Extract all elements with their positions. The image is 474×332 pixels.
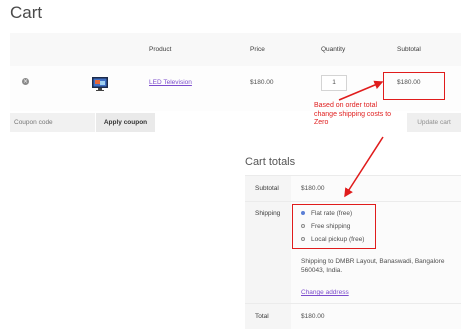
header-price: Price bbox=[250, 46, 265, 53]
change-address-link[interactable]: Change address bbox=[301, 289, 349, 296]
price-value: $180.00 bbox=[250, 79, 274, 86]
coupon-code-input[interactable]: Coupon code bbox=[10, 113, 95, 132]
cart-totals-table: Subtotal $180.00 Shipping Flat rate (fre… bbox=[245, 175, 461, 329]
update-cart-button[interactable]: Update cart bbox=[407, 113, 461, 132]
product-link[interactable]: LED Television bbox=[149, 79, 192, 86]
apply-coupon-button[interactable]: Apply coupon bbox=[96, 113, 155, 132]
shipping-highlight-box bbox=[292, 204, 376, 249]
header-product: Product bbox=[149, 46, 172, 53]
total-label: Total bbox=[255, 313, 269, 320]
annotation-note: Based on order total change shipping cos… bbox=[314, 102, 392, 126]
tv-thumbnail[interactable] bbox=[91, 76, 109, 92]
subtotal-label: Subtotal bbox=[255, 185, 279, 192]
subtotal-value: $180.00 bbox=[301, 185, 325, 192]
shipping-label: Shipping bbox=[255, 210, 281, 217]
header-subtotal: Subtotal bbox=[397, 46, 421, 53]
total-value: $180.00 bbox=[301, 313, 325, 320]
remove-circle-icon[interactable]: × bbox=[22, 78, 29, 85]
header-quantity: Quantity bbox=[321, 46, 346, 53]
cart-table-header: Product Price Quantity Subtotal bbox=[10, 33, 461, 66]
quantity-input[interactable]: 1 bbox=[321, 75, 347, 91]
cart-totals-title: Cart totals bbox=[245, 156, 296, 168]
subtotal-highlight-box bbox=[383, 72, 445, 100]
page-title: Cart bbox=[10, 3, 43, 22]
shipping-destination: Shipping to DMBR Layout, Banaswadi, Bang… bbox=[301, 258, 445, 274]
